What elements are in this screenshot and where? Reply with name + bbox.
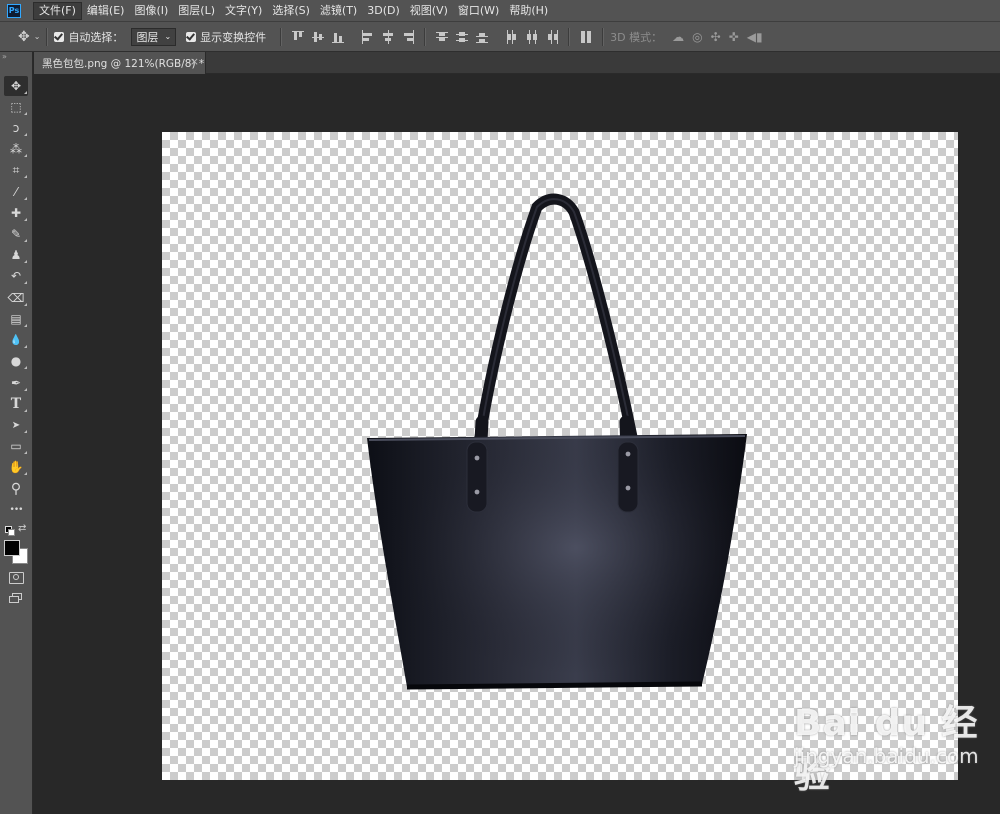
divider <box>568 27 571 46</box>
gradient-tool-icon[interactable]: ▤ <box>4 309 28 329</box>
divider <box>602 27 605 46</box>
options-bar: ✥ ⌄ 自动选择： 图层 ⌄ 显示变换控件 3D 模式： ☁ ◎ ✣ ✜ ◀▮ <box>0 22 1000 52</box>
align-top-icon[interactable] <box>292 30 305 44</box>
toolbox: » ✥ ⬚ ↄ ⁂ ⌗ ⁄ ✚ ✎ ♟ ↶ ⌫ ▤ 💧 ● ✒ T ➤ ▭ ✋ … <box>0 52 33 814</box>
menu-filter[interactable]: 滤镜(T) <box>315 2 362 20</box>
chevron-down-icon[interactable]: ⌄ <box>34 32 41 41</box>
menu-layer[interactable]: 图层(L) <box>173 2 220 20</box>
3d-slide-icon[interactable]: ✜ <box>729 30 739 44</box>
more-tools-icon[interactable]: ••• <box>4 500 28 520</box>
document-tab[interactable]: 黑色包包.png @ 121%(RGB/8) * × <box>34 52 206 74</box>
move-tool-icon[interactable]: ✥ <box>4 76 28 96</box>
lasso-tool-icon[interactable]: ↄ <box>4 118 28 138</box>
brush-tool-icon[interactable]: ✎ <box>4 224 28 244</box>
menu-file[interactable]: 文件(F) <box>33 1 82 20</box>
toolbox-collapse-icon[interactable]: » <box>0 52 33 62</box>
menu-bar: Ps 文件(F) 编辑(E) 图像(I) 图层(L) 文字(Y) 选择(S) 滤… <box>0 0 1000 22</box>
eraser-tool-icon[interactable]: ⌫ <box>4 288 28 308</box>
healing-brush-tool-icon[interactable]: ✚ <box>4 203 28 223</box>
close-icon[interactable]: × <box>190 55 199 68</box>
align-left-icon[interactable] <box>362 29 374 44</box>
auto-select-target-value: 图层 <box>136 30 159 44</box>
distribute-bottom-icon[interactable] <box>476 30 489 44</box>
divider <box>424 27 427 46</box>
align-hcenter-icon[interactable] <box>382 29 394 44</box>
swap-colors-icon[interactable]: ⇄ <box>18 523 26 534</box>
divider <box>280 27 283 46</box>
show-transform-label: 显示变换控件 <box>200 30 267 44</box>
3d-pan-icon[interactable]: ✣ <box>711 30 721 44</box>
distribute-hcenter-icon[interactable] <box>526 29 538 44</box>
document-tab-title: 黑色包包.png @ 121%(RGB/8) * <box>42 57 205 70</box>
foreground-color-swatch[interactable] <box>4 540 20 556</box>
menu-3d[interactable]: 3D(D) <box>362 2 405 20</box>
pen-tool-icon[interactable]: ✒ <box>4 373 28 393</box>
eyedropper-tool-icon[interactable]: ⁄ <box>4 182 28 202</box>
dodge-tool-icon[interactable]: ● <box>4 351 28 371</box>
canvas-area[interactable]: Bai du 经验 jingyan.baidu.com <box>34 74 1000 814</box>
hand-tool-icon[interactable]: ✋ <box>4 457 28 477</box>
history-brush-tool-icon[interactable]: ↶ <box>4 266 28 286</box>
align-bottom-icon[interactable] <box>332 30 345 44</box>
watermark-url: jingyan.baidu.com <box>794 744 979 768</box>
quick-mask-icon[interactable] <box>9 572 24 584</box>
menu-view[interactable]: 视图(V) <box>405 2 453 20</box>
photoshop-logo-icon: Ps <box>7 3 21 18</box>
document-tab-bar: 黑色包包.png @ 121%(RGB/8) * × <box>34 52 1000 74</box>
divider <box>46 27 49 46</box>
3d-roll-icon[interactable]: ◎ <box>692 30 702 44</box>
crop-tool-icon[interactable]: ⌗ <box>4 160 28 180</box>
zoom-tool-icon[interactable]: ⚲ <box>4 479 28 499</box>
path-selection-tool-icon[interactable]: ➤ <box>4 415 28 435</box>
rectangle-tool-icon[interactable]: ▭ <box>4 436 28 456</box>
distribute-right-icon[interactable] <box>546 29 559 44</box>
auto-align-layers-icon[interactable] <box>580 30 592 44</box>
default-colors-icon[interactable] <box>5 526 15 536</box>
3d-mode-label: 3D 模式： <box>610 30 663 44</box>
3d-scale-icon[interactable]: ◀▮ <box>747 30 763 44</box>
chevron-down-icon: ⌄ <box>164 32 172 41</box>
marquee-tool-icon[interactable]: ⬚ <box>4 97 28 117</box>
menu-help[interactable]: 帮助(H) <box>504 2 553 20</box>
blur-tool-icon[interactable]: 💧 <box>4 330 28 350</box>
move-icon[interactable]: ✥ <box>18 29 30 45</box>
align-vcenter-icon[interactable] <box>312 30 325 44</box>
auto-select-label: 自动选择： <box>68 30 124 44</box>
clone-stamp-tool-icon[interactable]: ♟ <box>4 245 28 265</box>
auto-select-target-dropdown[interactable]: 图层 ⌄ <box>131 27 177 46</box>
3d-orbit-icon[interactable]: ☁ <box>672 30 684 44</box>
menu-edit[interactable]: 编辑(E) <box>82 2 130 20</box>
distribute-vcenter-icon[interactable] <box>456 30 469 44</box>
black-tote-bag-image <box>367 193 747 690</box>
distribute-top-icon[interactable] <box>436 30 449 44</box>
magic-wand-tool-icon[interactable]: ⁂ <box>4 139 28 159</box>
type-tool-icon[interactable]: T <box>4 394 28 414</box>
auto-select-checkbox[interactable] <box>54 31 65 42</box>
distribute-left-icon[interactable] <box>506 29 518 44</box>
menu-select[interactable]: 选择(S) <box>267 2 315 20</box>
show-transform-checkbox[interactable] <box>186 31 197 42</box>
menu-type[interactable]: 文字(Y) <box>220 2 267 20</box>
align-right-icon[interactable] <box>402 29 415 44</box>
menu-image[interactable]: 图像(I) <box>129 2 173 20</box>
document-canvas[interactable] <box>162 132 958 780</box>
menu-window[interactable]: 窗口(W) <box>453 2 504 20</box>
screen-mode-icon[interactable] <box>9 593 22 603</box>
baidu-jingyan-watermark: Bai du 经验 jingyan.baidu.com <box>764 694 1000 796</box>
